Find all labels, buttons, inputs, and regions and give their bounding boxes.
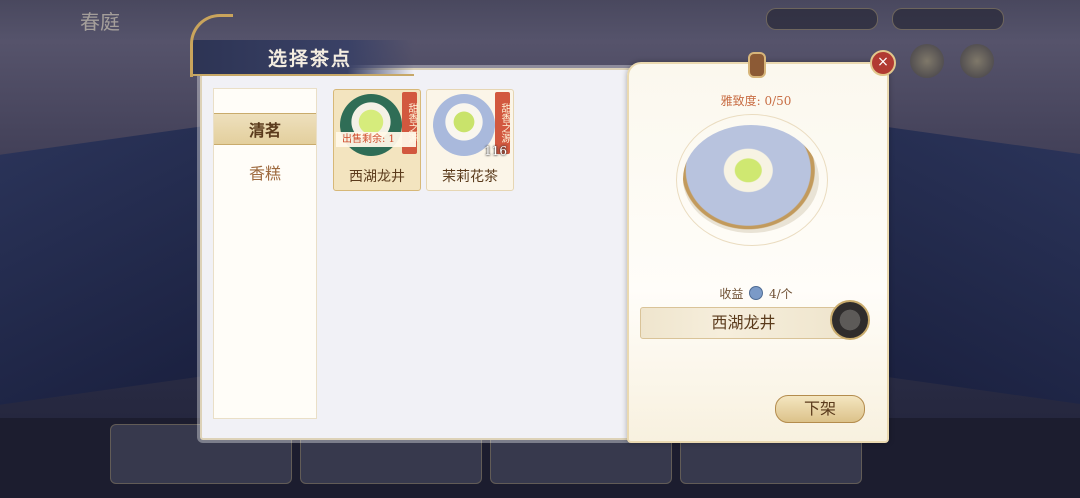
background-pill bbox=[892, 8, 1004, 30]
background-roof-right bbox=[880, 125, 1080, 405]
tea-plate-image bbox=[683, 125, 819, 233]
coin-icon bbox=[749, 286, 764, 300]
background-icon bbox=[960, 44, 994, 78]
delist-button[interactable]: 下架 bbox=[775, 395, 865, 423]
item-card-xihu-longjing[interactable]: 甜香之源 出售剩余: 1 西湖龙井 bbox=[333, 89, 421, 191]
panel-title: 选择茶点 bbox=[268, 48, 353, 70]
income-label: 收益 bbox=[719, 287, 744, 301]
background-roof-left bbox=[0, 125, 210, 405]
category-tab-xianggao[interactable]: 香糕 bbox=[214, 157, 316, 187]
item-name: 茉莉花茶 bbox=[442, 169, 498, 185]
crescent-ornament-icon bbox=[190, 14, 233, 77]
elegance-score: 雅致度: 0/50 bbox=[720, 94, 792, 108]
close-button[interactable]: × bbox=[870, 50, 896, 76]
background-pill bbox=[766, 8, 878, 30]
background-icon bbox=[910, 44, 944, 78]
item-name: 西湖龙井 bbox=[349, 169, 405, 185]
item-card-jasmine-tea[interactable]: 甜香之源 116 茉莉花茶 bbox=[426, 89, 514, 191]
sale-remaining-label: 出售剩余: 1 bbox=[336, 132, 416, 147]
background-title: 春庭 bbox=[80, 10, 120, 34]
income-value: 4/个 bbox=[768, 287, 793, 301]
detail-item-name: 西湖龙井 bbox=[640, 307, 847, 339]
category-sidebar: 清茗 香糕 bbox=[213, 88, 317, 419]
category-tab-qingming[interactable]: 清茗 bbox=[214, 113, 316, 145]
hanging-knob-icon bbox=[748, 52, 766, 78]
item-count: 116 bbox=[484, 144, 507, 158]
coin-badge-icon[interactable] bbox=[830, 300, 870, 340]
